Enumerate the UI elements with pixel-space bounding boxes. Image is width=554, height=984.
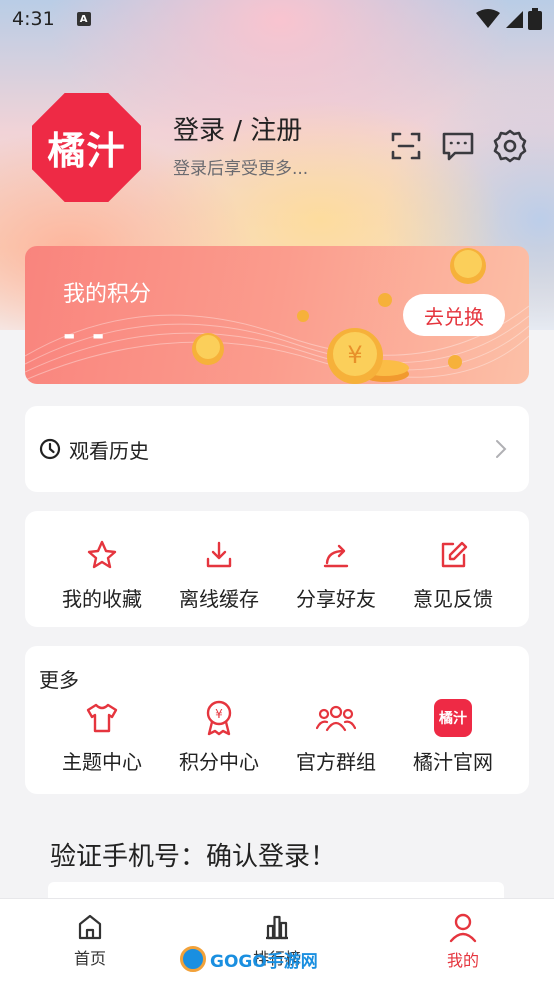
more-item-theme-center[interactable]: 主题中心	[44, 698, 160, 775]
status-indicators	[476, 8, 542, 30]
tab-home[interactable]: 首页	[35, 913, 145, 969]
watch-history-label: 观看历史	[69, 438, 149, 463]
avatar-text: 橘汁	[47, 129, 126, 173]
wifi-icon	[476, 9, 500, 28]
quick-action-label: 离线缓存	[179, 587, 259, 611]
group-icon	[316, 705, 356, 732]
points-title: 我的积分	[63, 282, 152, 307]
more-item-label: 官方群组	[296, 750, 376, 774]
quick-action-favorites[interactable]: 我的收藏	[44, 535, 160, 612]
chart-icon	[266, 915, 288, 940]
clock-icon	[39, 438, 61, 460]
login-register-link[interactable]: 登录 / 注册	[173, 110, 302, 147]
svg-text:¥: ¥	[215, 707, 223, 721]
home-icon	[78, 914, 102, 940]
watermark-logo-icon	[180, 946, 206, 972]
badge-icon: ¥	[206, 700, 232, 736]
watermark-text: GOGO手游网	[210, 951, 318, 972]
verify-phone-banner[interactable]: 验证手机号：确认登录！	[50, 836, 336, 873]
battery-icon	[528, 8, 542, 30]
star-icon	[87, 540, 117, 569]
user-icon	[449, 913, 477, 943]
tab-label: 首页	[73, 949, 106, 968]
quick-action-share[interactable]: 分享好友	[278, 535, 394, 612]
tab-mine[interactable]: 我的	[408, 913, 518, 971]
more-title: 更多	[39, 668, 79, 692]
more-item-label: 主题中心	[62, 750, 142, 774]
message-icon[interactable]	[440, 128, 476, 164]
signal-icon	[506, 11, 523, 28]
download-icon	[206, 541, 232, 568]
login-subtitle: 登录后享受更多...	[173, 159, 309, 179]
watch-history-row[interactable]: 观看历史	[25, 406, 529, 492]
status-bar: 4:31 A	[0, 0, 554, 38]
more-item-label: 橘汁官网	[413, 750, 493, 774]
quick-action-label: 意见反馈	[413, 587, 493, 611]
shirt-icon	[86, 703, 118, 733]
settings-icon[interactable]	[492, 128, 528, 164]
edit-icon	[441, 541, 468, 568]
status-time: 4:31	[12, 8, 55, 30]
share-icon	[323, 544, 349, 568]
quick-action-feedback[interactable]: 意见反馈	[395, 535, 511, 612]
points-card[interactable]: ¥ 我的积分 - - 去兑换	[25, 246, 529, 384]
quick-actions-card: 我的收藏 离线缓存 分享好友 意见反馈	[25, 511, 529, 627]
brand-icon: 橘汁	[434, 699, 472, 737]
exchange-button[interactable]: 去兑换	[403, 294, 505, 336]
more-item-official-groups[interactable]: 官方群组	[278, 698, 394, 775]
more-item-official-website[interactable]: 橘汁 橘汁官网	[395, 698, 511, 775]
tab-label: 我的	[446, 951, 479, 970]
points-value: - -	[63, 318, 108, 353]
more-card: 更多 主题中心 ¥ 积分中心 官方群组 橘汁 橘汁官网	[25, 646, 529, 794]
quick-action-label: 分享好友	[296, 587, 376, 611]
quick-action-offline-cache[interactable]: 离线缓存	[161, 535, 277, 612]
watermark: GOGO手游网	[180, 944, 318, 974]
chevron-right-icon	[496, 440, 507, 458]
more-item-points-center[interactable]: ¥ 积分中心	[161, 698, 277, 775]
more-item-label: 积分中心	[179, 750, 259, 774]
scan-icon[interactable]	[388, 128, 424, 164]
quick-action-label: 我的收藏	[62, 587, 142, 611]
svg-text:¥: ¥	[347, 341, 362, 369]
notification-icon: A	[76, 12, 91, 26]
